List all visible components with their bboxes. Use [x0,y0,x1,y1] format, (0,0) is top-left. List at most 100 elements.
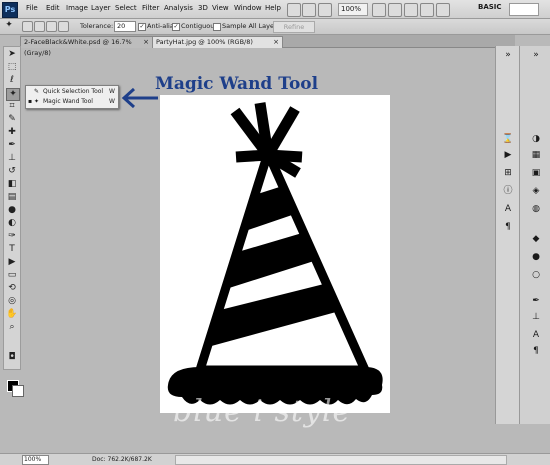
flyout-item-label: Magic Wand Tool [43,98,93,105]
menu-help[interactable]: Help [265,4,281,12]
channels-panel-icon[interactable]: ● [529,252,543,263]
hand-tool-icon[interactable]: ✋ [6,309,18,320]
lasso-tool-icon[interactable]: ℓ [6,75,18,86]
flyout-item-label: Quick Selection Tool [43,88,104,95]
magic-wand-tool-icon[interactable]: ✦ [6,88,20,101]
status-bar: 100% Doc: 762.2K/687.2K [0,453,550,465]
paragraph-panel-icon[interactable]: ¶ [529,346,543,357]
panel-dock-icons: » ◑ ▦ ▣ ◈ ◍ ◆ ● ○ ✒ ⊥ A ¶ [519,46,550,424]
intersect-selection-icon[interactable] [58,21,69,32]
dodge-tool-icon[interactable]: ◐ [6,218,18,229]
navigator-panel-icon[interactable]: ⊞ [501,168,515,179]
shape-tool-icon[interactable]: ▭ [6,270,18,281]
new-selection-icon[interactable] [22,21,33,32]
paths-panel-icon[interactable]: ○ [529,270,543,281]
search-input[interactable] [509,3,539,16]
doc-size-status[interactable]: Doc: 762.2K/687.2K [92,455,152,464]
contiguous-checkbox[interactable]: ✓ [172,23,180,31]
menu-filter[interactable]: Filter [142,4,159,12]
blur-tool-icon[interactable]: ● [6,205,18,216]
history-panel-icon[interactable]: ⌛ [501,134,515,145]
quick-mask-icon[interactable]: ◘ [6,352,18,363]
flyout-magic-wand[interactable]: ▪ ✦ Magic Wand Tool W [26,97,118,107]
character-panel-icon[interactable]: A [501,204,515,215]
menu-view[interactable]: View [212,4,229,12]
add-selection-icon[interactable] [34,21,45,32]
hand-tool-icon[interactable] [372,3,386,17]
eyedropper-tool-icon[interactable]: ✎ [6,114,18,125]
clone-stamp-icon[interactable]: ⊥ [6,153,18,164]
character-panel-icon[interactable]: A [529,330,543,341]
arrange-documents-icon[interactable] [420,3,434,17]
gradient-tool-icon[interactable]: ▤ [6,192,18,203]
zoom-select[interactable]: 100% [338,3,368,16]
sample-all-layers-checkbox[interactable] [213,23,221,31]
tolerance-label: Tolerance: [80,22,114,30]
workspace-switcher[interactable]: BASIC [478,3,502,11]
healing-brush-icon[interactable]: ✚ [6,127,18,138]
options-bar: ✦ Tolerance: 20 ✓ Anti-alias ✓ Contiguou… [0,19,550,41]
selected-bullet-icon: ▪ [28,98,33,105]
tools-panel: ➤ ⬚ ℓ ✦ ⌗ ✎ ✚ ✒ ⊥ ↺ ◧ ▤ ● ◐ ✑ T ▶ ▭ ⟲ ◎ … [3,46,24,397]
photoshop-logo: Ps [2,2,18,18]
adjustments-panel-icon[interactable]: ◈ [529,186,543,197]
magic-wand-preset-icon[interactable]: ✦ [3,20,15,31]
panel-collapse-icon[interactable]: » [529,50,543,61]
menu-image[interactable]: Image [66,4,88,12]
tab-label: 2-FaceBlack&White.psd @ 16.7% (Gray/8) [24,38,132,57]
minibridge-icon[interactable] [302,3,316,17]
actions-panel-icon[interactable]: ▶ [501,150,515,161]
info-panel-icon[interactable]: ⓘ [501,186,515,197]
flyout-quick-selection[interactable]: ✎ Quick Selection Tool W [26,87,118,97]
bridge-icon[interactable] [287,3,301,17]
menu-window[interactable]: Window [234,4,262,12]
3d-rotate-icon[interactable]: ⟲ [6,283,18,294]
subtract-selection-icon[interactable] [46,21,57,32]
history-brush-icon[interactable]: ↺ [6,166,18,177]
screen-mode-icon[interactable] [436,3,450,17]
masks-panel-icon[interactable]: ◍ [529,204,543,215]
refine-edge-button[interactable]: Refine Edge... [273,21,315,41]
pen-tool-icon[interactable]: ✑ [6,231,18,242]
clone-source-panel-icon[interactable]: ⊥ [529,312,543,323]
sample-all-layers-label: Sample All Layers [222,22,281,30]
close-icon[interactable]: × [273,37,279,48]
move-tool-icon[interactable]: ➤ [6,49,18,60]
zoom-tool-icon[interactable] [388,3,402,17]
menu-bar: Ps File Edit Image Layer Select Filter A… [0,0,550,19]
menu-edit[interactable]: Edit [46,4,60,12]
menu-3d[interactable]: 3D [198,4,208,12]
tab-label: PartyHat.jpg @ 100% (RGB/8) [156,38,253,46]
brush-tool-icon[interactable]: ✒ [6,140,18,151]
background-color-swatch[interactable] [12,385,24,397]
swatches-panel-icon[interactable]: ▦ [529,150,543,161]
anti-alias-checkbox[interactable]: ✓ [138,23,146,31]
close-icon[interactable]: × [143,37,149,48]
zoom-tool-icon[interactable]: ⌕ [6,322,18,333]
panel-dock-collapsed: » ⌛ ▶ ⊞ ⓘ A ¶ [495,46,520,424]
type-tool-icon[interactable]: T [6,244,18,255]
layers-panel-icon[interactable]: ◆ [529,234,543,245]
paragraph-panel-icon[interactable]: ¶ [501,222,515,233]
document-canvas[interactable] [160,95,390,413]
path-selection-icon[interactable]: ▶ [6,257,18,268]
tolerance-input[interactable]: 20 [114,21,136,32]
menu-analysis[interactable]: Analysis [164,4,193,12]
menu-file[interactable]: File [26,4,38,12]
magic-wand-icon: ✦ [34,98,40,105]
color-panel-icon[interactable]: ◑ [529,134,543,145]
3d-orbit-icon[interactable]: ◎ [6,296,18,307]
menu-layer[interactable]: Layer [91,4,111,12]
rotate-view-icon[interactable] [404,3,418,17]
eraser-tool-icon[interactable]: ◧ [6,179,18,190]
tab-facebw[interactable]: 2-FaceBlack&White.psd @ 16.7% (Gray/8) × [20,36,153,57]
styles-panel-icon[interactable]: ▣ [529,168,543,179]
menu-select[interactable]: Select [115,4,137,12]
brush-panel-icon[interactable]: ✒ [529,296,543,307]
crop-tool-icon[interactable]: ⌗ [6,101,18,112]
marquee-tool-icon[interactable]: ⬚ [6,62,18,73]
annotation-label: Magic Wand Tool [155,74,319,94]
tab-partyhat[interactable]: PartyHat.jpg @ 100% (RGB/8) × [152,36,283,48]
panel-collapse-icon[interactable]: » [501,50,515,61]
view-extras-icon[interactable] [318,3,332,17]
